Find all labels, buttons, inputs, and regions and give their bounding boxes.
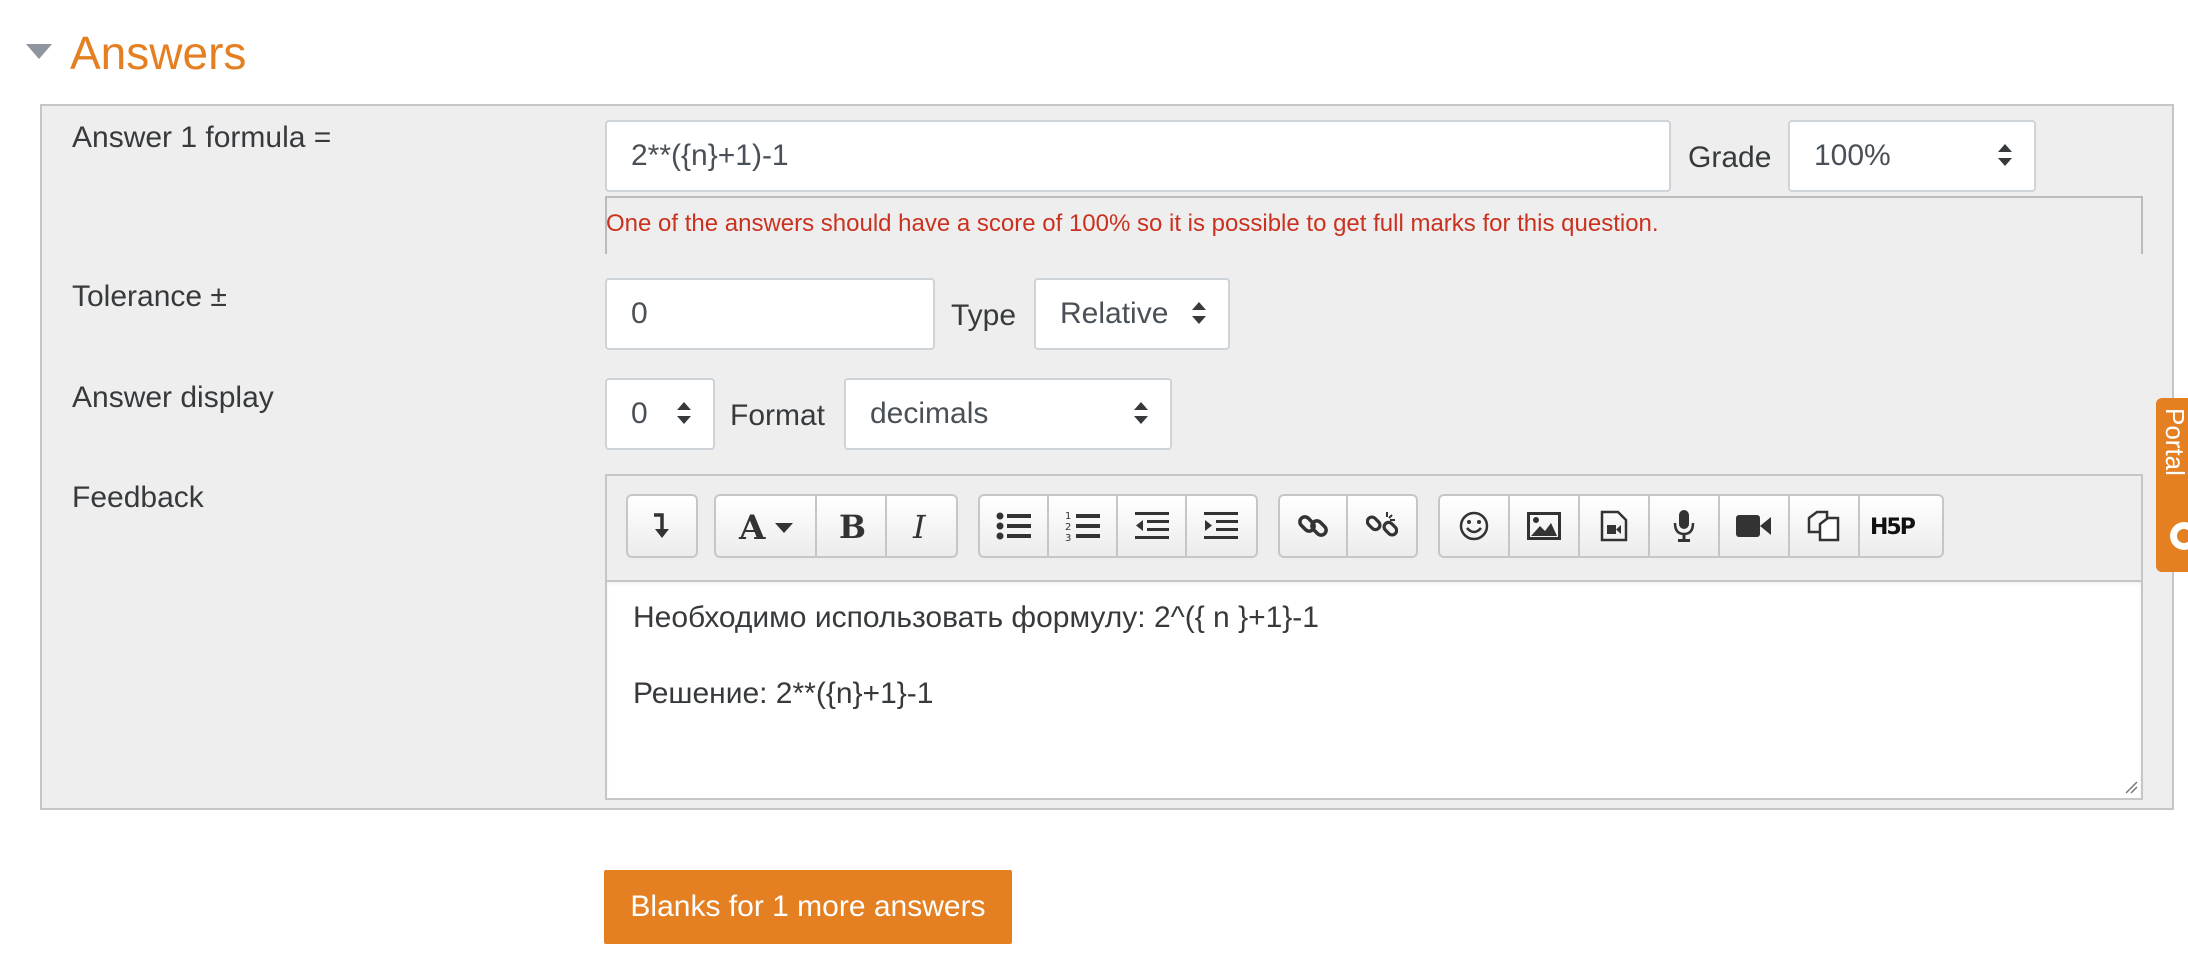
indent-button[interactable] (1187, 496, 1256, 556)
emoji-button[interactable] (1440, 496, 1510, 556)
bold-icon: B (839, 509, 866, 543)
collapse-arrow-icon[interactable] (26, 44, 52, 59)
italic-icon: I (912, 509, 927, 543)
tolerance-type-value: Relative (1060, 297, 1169, 330)
svg-text:1: 1 (1065, 511, 1071, 522)
toolbar-group-style: A B I (714, 494, 958, 558)
record-video-button[interactable] (1720, 496, 1790, 556)
svg-text:A: A (738, 509, 766, 543)
link-button[interactable] (1280, 496, 1349, 556)
feedback-label: Feedback (72, 481, 204, 514)
media-icon (1600, 510, 1628, 542)
select-arrows-icon (677, 402, 691, 424)
record-audio-button[interactable] (1650, 496, 1720, 556)
tolerance-type-label: Type (951, 299, 1017, 332)
answer-display-label: Answer display (72, 381, 274, 414)
collapse-toolbar-button[interactable] (628, 496, 696, 556)
format-label: Format (730, 399, 826, 432)
manage-files-button[interactable] (1790, 496, 1860, 556)
answer-display-value: 0 (631, 397, 648, 430)
toolbar-group-insert: H5P (1438, 494, 1944, 558)
grade-value: 100% (1814, 139, 1891, 172)
portal-side-tab[interactable]: Portal (2156, 398, 2188, 572)
section-title[interactable]: Answers (70, 22, 246, 84)
tolerance-input[interactable]: 0 (605, 278, 935, 350)
manage-files-icon (1807, 510, 1840, 542)
svg-text:H5P: H5P (1870, 515, 1916, 538)
record-audio-icon (1673, 510, 1695, 542)
link-icon (1298, 515, 1328, 537)
ordered-list-button[interactable]: 1 2 3 (1049, 496, 1118, 556)
resize-grip-icon[interactable] (2122, 778, 2138, 794)
answer-formula-input[interactable]: 2**({n}+1)-1 (605, 120, 1671, 192)
format-value: decimals (870, 397, 989, 430)
portal-tab-label: Portal (2160, 408, 2188, 476)
unordered-list-button[interactable] (980, 496, 1049, 556)
select-arrows-icon (1192, 302, 1206, 324)
blanks-more-answers-button[interactable]: Blanks for 1 more answers (604, 870, 1012, 944)
grade-select[interactable]: 100% (1788, 120, 2036, 192)
image-icon (1527, 512, 1561, 540)
select-arrows-icon (1134, 402, 1148, 424)
svg-text:B: B (839, 509, 866, 543)
media-button[interactable] (1580, 496, 1650, 556)
italic-button[interactable]: I (887, 496, 956, 556)
format-select[interactable]: decimals (844, 378, 1172, 450)
toolbar-group-collapse (626, 494, 698, 558)
collapse-icon (654, 513, 669, 538)
portal-icon (2170, 522, 2188, 550)
font-style-button[interactable]: A (716, 496, 818, 556)
feedback-line-1: Необходимо использовать формулу: 2^({ n … (633, 601, 1319, 634)
toolbar-group-lists: 1 2 3 (978, 494, 1258, 558)
svg-text:3: 3 (1065, 533, 1071, 542)
h5p-button[interactable]: H5P (1860, 496, 1930, 556)
image-button[interactable] (1510, 496, 1580, 556)
record-video-icon (1736, 515, 1771, 537)
tolerance-type-select[interactable]: Relative (1034, 278, 1230, 350)
feedback-editor-content[interactable]: Необходимо использовать формулу: 2^({ n … (607, 580, 2141, 798)
tolerance-label: Tolerance ± (72, 280, 227, 313)
unlink-icon (1366, 512, 1399, 537)
outdent-button[interactable] (1118, 496, 1187, 556)
bold-button[interactable]: B (817, 496, 887, 556)
indent-icon (1204, 512, 1239, 539)
select-arrows-icon (1998, 144, 2012, 166)
font-style-icon: A (738, 509, 793, 543)
emoji-icon (1459, 511, 1489, 541)
answer-display-select[interactable]: 0 (605, 378, 715, 450)
unlink-button[interactable] (1348, 496, 1416, 556)
grade-error-message: One of the answers should have a score o… (606, 210, 1659, 237)
feedback-line-2: Решение: 2**({n}+1}-1 (633, 677, 934, 710)
grade-label: Grade (1688, 141, 1772, 174)
answer-formula-label: Answer 1 formula = (72, 121, 332, 154)
h5p-icon: H5P (1870, 515, 1918, 538)
toolbar-group-links (1278, 494, 1418, 558)
outdent-icon (1134, 512, 1169, 539)
unordered-list-icon (996, 512, 1031, 540)
ordered-list-icon: 1 2 3 (1065, 511, 1100, 542)
svg-text:2: 2 (1065, 522, 1071, 533)
svg-text:I: I (912, 509, 927, 543)
